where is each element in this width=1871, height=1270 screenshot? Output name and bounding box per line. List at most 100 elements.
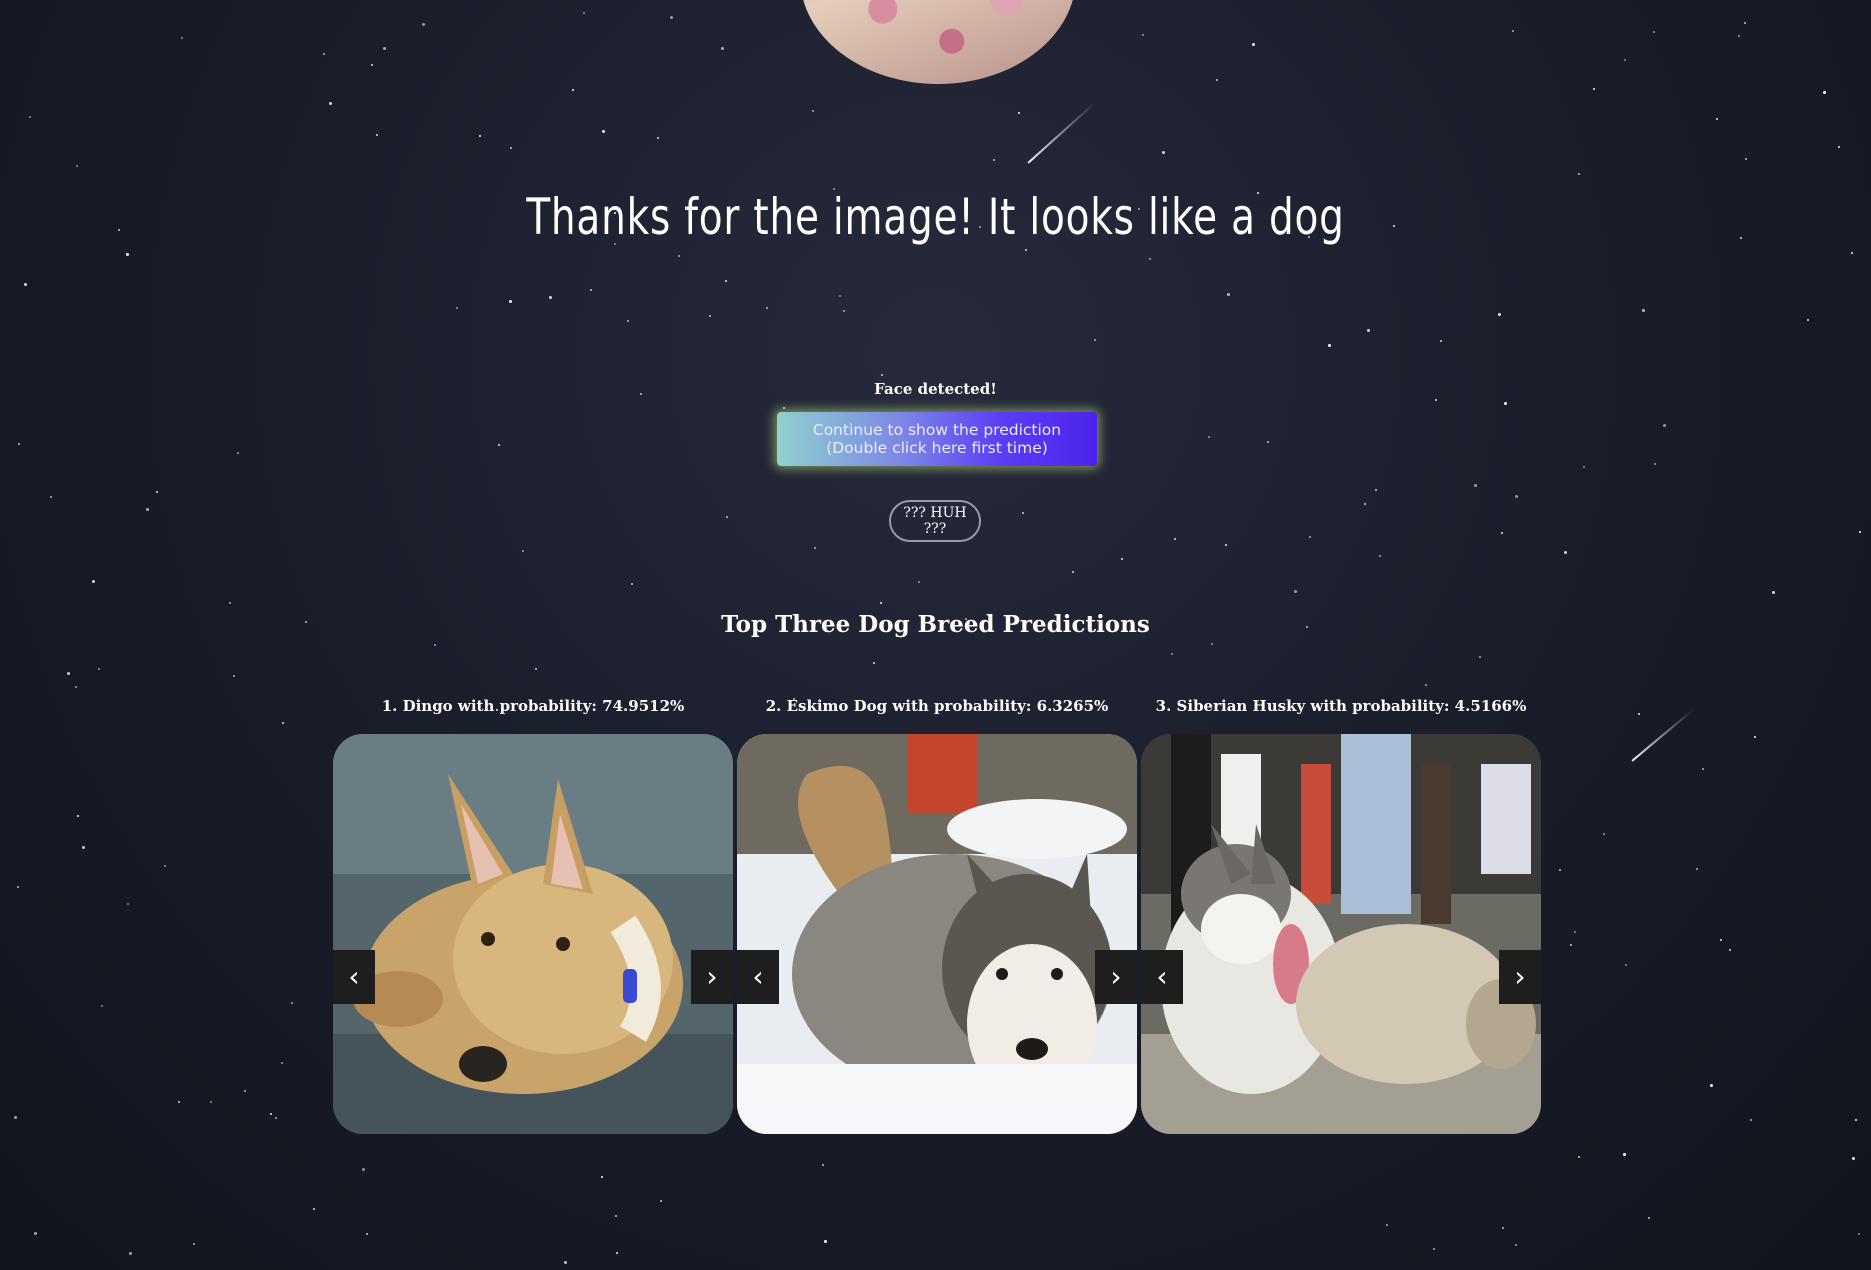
star-dot	[881, 374, 883, 376]
star-dot	[1570, 944, 1572, 946]
dingo-photo	[333, 734, 733, 1134]
star-dot	[323, 53, 325, 55]
star-dot	[164, 865, 166, 867]
star-dot	[275, 1117, 277, 1119]
star-dot	[1294, 590, 1297, 593]
star-dot	[1603, 833, 1605, 835]
star-dot	[509, 300, 512, 303]
star-dot	[479, 135, 481, 137]
star-dot	[1501, 532, 1503, 534]
star-dot	[1433, 1248, 1435, 1250]
star-dot	[1479, 656, 1481, 658]
star-dot	[1121, 558, 1123, 560]
star-dot	[434, 644, 436, 646]
star-dot	[918, 581, 920, 583]
star-dot	[824, 1240, 827, 1243]
star-dot	[229, 602, 231, 604]
star-dot	[678, 255, 680, 257]
star-dot	[1208, 436, 1210, 438]
star-dot	[1328, 344, 1331, 347]
star-dot	[29, 116, 31, 118]
star-dot	[1807, 319, 1809, 321]
star-dot	[1425, 684, 1427, 686]
star-dot	[1515, 1244, 1517, 1246]
star-dot	[146, 508, 149, 511]
star-dot	[1309, 536, 1311, 538]
star-dot	[1625, 964, 1627, 966]
star-dot	[725, 280, 727, 282]
star-dot	[549, 296, 552, 299]
star-dot	[839, 295, 841, 297]
star-dot	[376, 134, 378, 136]
prediction-card: 3. Siberian Husky with probability: 4.51…	[1141, 696, 1541, 1134]
star-dot	[670, 16, 673, 19]
star-dot	[783, 407, 785, 409]
star-dot	[709, 315, 711, 317]
star-dot	[590, 289, 592, 291]
predictions-heading: Top Three Dog Breed Predictions	[721, 611, 1150, 638]
star-dot	[118, 229, 120, 231]
star-dot	[880, 602, 882, 604]
star-dot	[1072, 571, 1074, 573]
star-dot	[873, 662, 875, 664]
star-dot	[270, 1113, 272, 1115]
star-dot	[14, 1116, 17, 1119]
star-dot	[627, 320, 629, 322]
carousel-prev-button[interactable]: ‹	[737, 950, 779, 1004]
star-dot	[583, 12, 585, 14]
prediction-card: 2. Eskimo Dog with probability: 6.3265% …	[737, 696, 1137, 1134]
breed-image-carousel: ‹ ›	[737, 734, 1137, 1134]
star-dot	[601, 1176, 603, 1178]
star-dot	[1702, 768, 1704, 770]
star-dot	[193, 1243, 195, 1245]
carousel-next-button[interactable]: ›	[1095, 950, 1137, 1004]
page-title: Thanks for the image! It looks like a do…	[526, 188, 1345, 246]
star-dot	[233, 675, 235, 677]
star-dot	[1642, 309, 1645, 312]
star-dot	[34, 1232, 37, 1235]
star-dot	[1654, 463, 1656, 465]
prediction-caption: 2. Eskimo Dog with probability: 6.3265%	[765, 697, 1109, 715]
star-dot	[1663, 424, 1666, 427]
star-dot	[178, 1101, 180, 1103]
eskimo-dog-photo	[737, 734, 1137, 1134]
carousel-prev-button[interactable]: ‹	[1141, 950, 1183, 1004]
star-dot	[1149, 258, 1151, 260]
star-dot	[1754, 736, 1756, 738]
prediction-card: 1. Dingo with probability: 74.9512% ‹ ›	[333, 696, 733, 1134]
star-dot	[92, 580, 95, 583]
star-dot	[98, 668, 100, 670]
star-dot	[329, 102, 332, 105]
shooting-star	[1027, 102, 1096, 164]
carousel-prev-button[interactable]: ‹	[333, 950, 375, 1004]
star-dot	[1367, 329, 1370, 332]
carousel-next-button[interactable]: ›	[691, 950, 733, 1004]
star-dot	[721, 47, 724, 50]
star-dot	[631, 583, 633, 585]
star-dot	[82, 846, 85, 849]
star-dot	[1379, 555, 1381, 557]
star-dot	[1474, 484, 1477, 487]
star-dot	[156, 491, 158, 493]
star-dot	[1502, 1227, 1504, 1229]
star-dot	[602, 130, 605, 133]
star-dot	[1720, 939, 1722, 941]
star-dot	[1018, 112, 1020, 114]
star-dot	[1504, 402, 1507, 405]
star-dot	[1624, 59, 1626, 61]
star-dot	[313, 1208, 315, 1210]
star-dot	[1174, 538, 1176, 540]
star-dot	[1512, 30, 1514, 32]
star-dot	[127, 903, 129, 905]
carousel-next-button[interactable]: ›	[1499, 950, 1541, 1004]
star-dot	[1648, 1217, 1650, 1219]
star-dot	[282, 722, 284, 724]
star-dot	[814, 547, 816, 549]
star-dot	[1025, 249, 1027, 251]
star-dot	[1623, 1153, 1626, 1156]
star-dot	[101, 1005, 103, 1007]
continue-prediction-button[interactable]: Continue to show the prediction (Double …	[777, 412, 1097, 466]
star-dot	[281, 1062, 283, 1064]
star-dot	[1772, 591, 1775, 594]
huh-button[interactable]: ??? HUH ???	[889, 500, 981, 542]
